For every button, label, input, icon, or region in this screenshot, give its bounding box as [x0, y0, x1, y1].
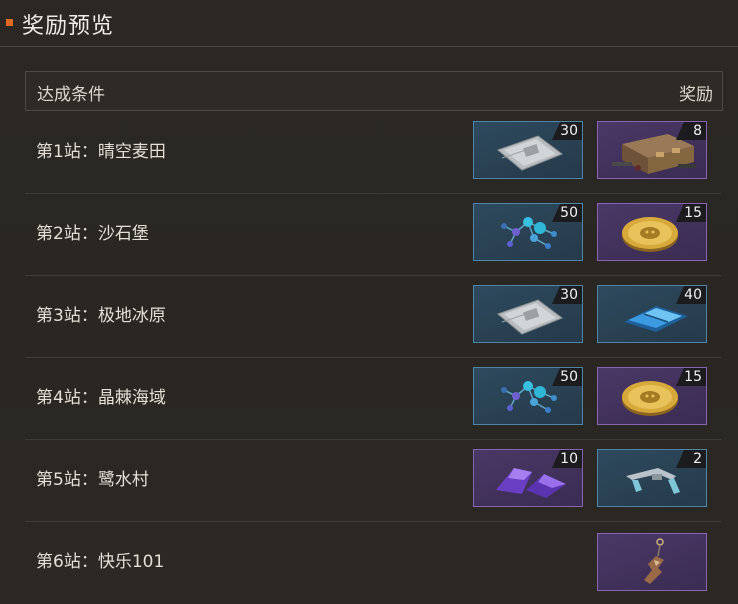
reward-row-1: 第1站：晴空麦田 30 8: [25, 111, 721, 194]
reward-item-gold-coin[interactable]: 15: [597, 367, 707, 425]
page-title: 奖励预览: [22, 14, 115, 39]
header-condition: 达成条件: [37, 85, 105, 105]
title-accent-mark: [6, 19, 13, 26]
reward-row-2: 第2站：沙石堡 50 15: [25, 193, 721, 276]
stage-label: 第2站：沙石堡: [36, 224, 149, 244]
stage-label: 第6站：快乐101: [36, 552, 165, 572]
reward-item-weapon-charm[interactable]: [597, 533, 707, 591]
stage-label: 第1站：晴空麦田: [36, 142, 166, 162]
reward-item-gold-coin[interactable]: 15: [597, 203, 707, 261]
weapon-charm-icon: [644, 538, 664, 584]
reward-item-molecule[interactable]: 50: [473, 203, 583, 261]
reward-row-3: 第3站：极地冰原 30 40: [25, 275, 721, 358]
stage-label: 第3站：极地冰原: [36, 306, 166, 326]
reward-item-supply-pack[interactable]: 30: [473, 121, 583, 179]
table-header: 达成条件 奖励: [25, 71, 723, 111]
reward-row-4: 第4站：晶棘海域 50 15: [25, 357, 721, 440]
reward-row-5: 第5站：鹭水村 10 2: [25, 439, 721, 522]
reward-item-blue-plate[interactable]: 40: [597, 285, 707, 343]
reward-row-6: 第6站：快乐101: [25, 521, 721, 603]
reward-item-molecule[interactable]: 50: [473, 367, 583, 425]
reward-item-purple-crystal[interactable]: 10: [473, 449, 583, 507]
stage-label: 第4站：晶棘海域: [36, 388, 166, 408]
header-reward: 奖励: [679, 85, 713, 105]
reward-item-supply-pack[interactable]: 30: [473, 285, 583, 343]
reward-item-weapon-crate[interactable]: 8: [597, 121, 707, 179]
reward-item-metal-clip[interactable]: 2: [597, 449, 707, 507]
title-bar: 奖励预览: [0, 0, 738, 47]
stage-label: 第5站：鹭水村: [36, 470, 149, 490]
